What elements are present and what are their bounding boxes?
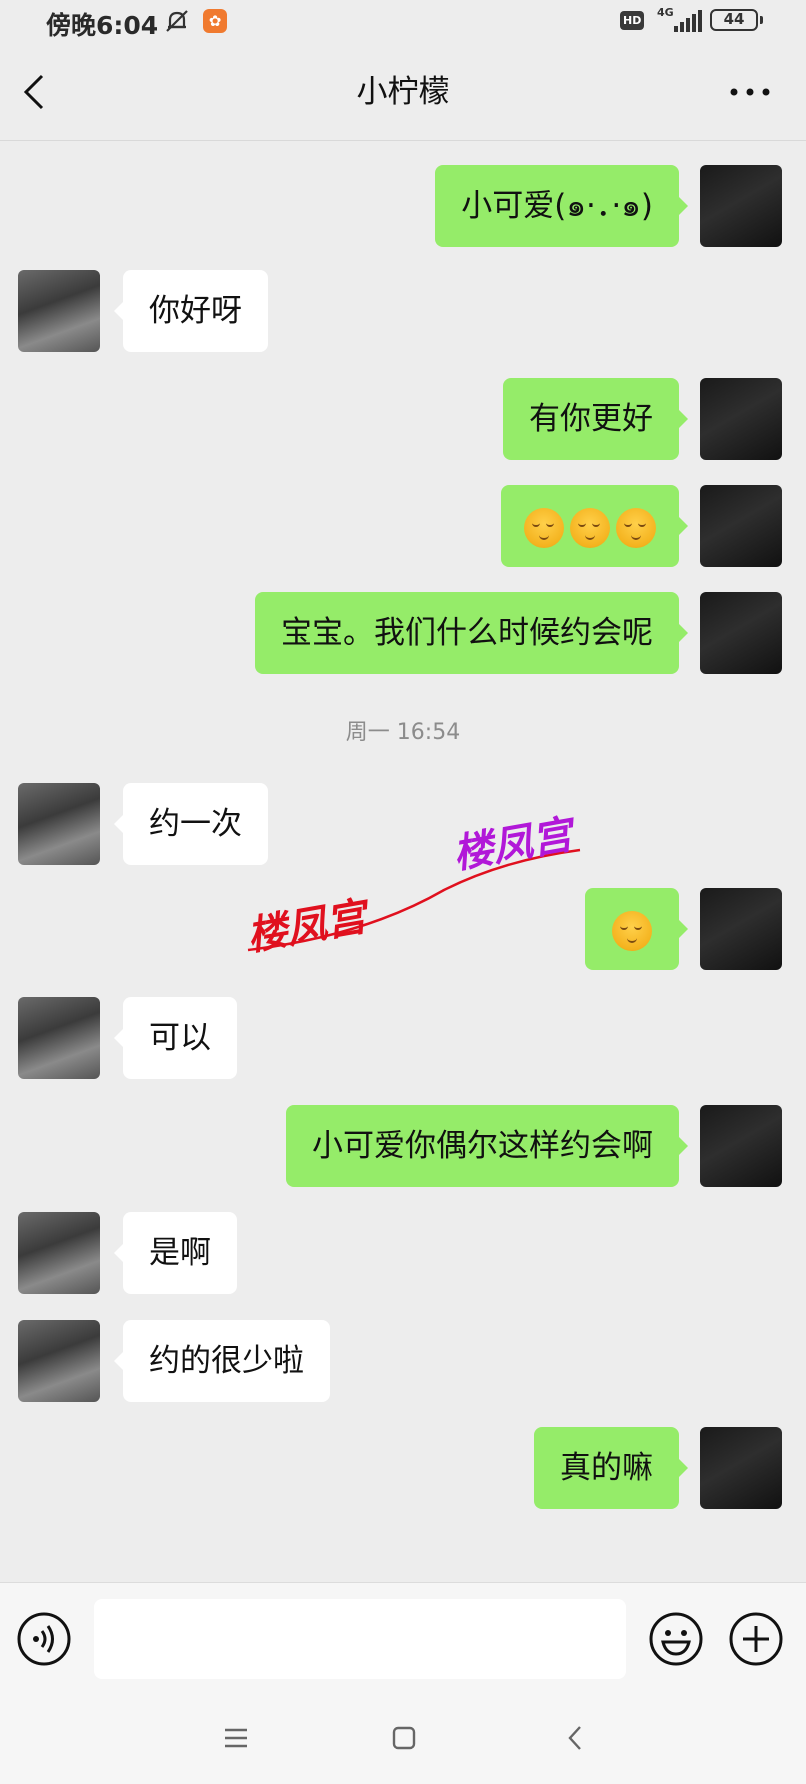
message-bubble-received[interactable]: 可以: [114, 997, 237, 1079]
message-bubble-sent[interactable]: 真的嘛: [534, 1427, 688, 1509]
hd-badge: HD: [620, 11, 645, 30]
smiling-emoji-icon: [524, 507, 564, 548]
emoji-icon[interactable]: [648, 1611, 704, 1667]
message-bubble-sent[interactable]: 小可爱(๑·．·๑): [435, 165, 688, 247]
menu-icon[interactable]: [222, 1724, 250, 1752]
message-bubble-received[interactable]: 是啊: [114, 1212, 237, 1294]
my-avatar[interactable]: [700, 378, 782, 460]
message-list: 小可爱(๑·．·๑) 你好呀 有你更好 宝宝。我们什么时候约会呢 周一 16:5…: [0, 140, 806, 1582]
smiling-emoji-icon: [570, 507, 610, 548]
chat-title: 小柠檬: [356, 74, 450, 110]
contact-avatar[interactable]: [18, 1320, 100, 1402]
contact-avatar[interactable]: [18, 1212, 100, 1294]
my-avatar[interactable]: [700, 888, 782, 970]
status-time: 傍晚6:04: [46, 11, 159, 40]
message-bubble-emoji[interactable]: [501, 485, 688, 567]
contact-avatar[interactable]: [18, 783, 100, 865]
chat-header: 小柠檬: [0, 44, 806, 141]
contact-avatar[interactable]: [18, 270, 100, 352]
message-bubble-received[interactable]: 约的很少啦: [114, 1320, 330, 1402]
signal-icon: [674, 10, 702, 32]
input-bar: [0, 1582, 806, 1695]
my-avatar[interactable]: [700, 485, 782, 567]
smiling-emoji-icon: [616, 507, 656, 548]
message-bubble-sent[interactable]: 小可爱你偶尔这样约会啊: [286, 1105, 688, 1187]
my-avatar[interactable]: [700, 1105, 782, 1187]
status-bar: 傍晚6:04 ✿ HD 4G 44: [0, 0, 806, 44]
back-icon[interactable]: [562, 1724, 590, 1752]
voice-icon[interactable]: [16, 1611, 72, 1667]
my-avatar[interactable]: [700, 592, 782, 674]
smiling-emoji-icon: [612, 910, 652, 951]
my-avatar[interactable]: [700, 165, 782, 247]
plus-icon[interactable]: [728, 1611, 784, 1667]
home-icon[interactable]: [390, 1724, 418, 1752]
message-bubble-emoji[interactable]: [585, 888, 688, 970]
contact-avatar[interactable]: [18, 997, 100, 1079]
message-bubble-sent[interactable]: 有你更好: [503, 378, 688, 460]
message-bubble-received[interactable]: 你好呀: [114, 270, 268, 352]
time-divider: 周一 16:54: [345, 720, 461, 745]
message-input[interactable]: [94, 1599, 626, 1679]
mute-bell-icon: [166, 10, 188, 32]
app-notification-icon: ✿: [203, 9, 227, 33]
my-avatar[interactable]: [700, 1427, 782, 1509]
message-bubble-sent[interactable]: 宝宝。我们什么时候约会呢: [255, 592, 688, 674]
battery-icon: 44: [710, 9, 763, 31]
more-dots-icon[interactable]: [726, 72, 774, 112]
system-navigation-bar: [0, 1694, 806, 1784]
